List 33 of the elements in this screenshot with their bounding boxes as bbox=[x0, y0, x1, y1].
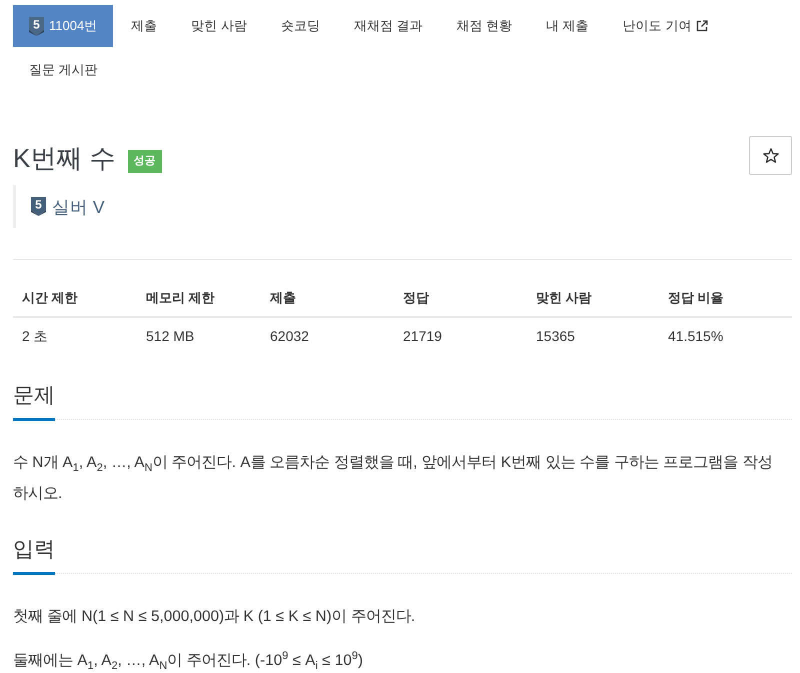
nav-tab[interactable]: 질문 게시판 bbox=[13, 49, 114, 91]
table-cell-text: 21719 bbox=[402, 327, 443, 346]
tier-name: 실버 V bbox=[52, 196, 105, 218]
table-header: 제출 bbox=[261, 279, 394, 318]
table-cell-text: 15365 bbox=[535, 327, 576, 346]
table-cell-text: 512 MB bbox=[145, 327, 196, 346]
table-cell-text: 41.515% bbox=[667, 327, 724, 346]
section-paragraph: 첫째 줄에 N(1 ≤ N ≤ 5,000,000)과 K (1 ≤ K ≤ N)이 주어진다. bbox=[13, 607, 416, 627]
table-cell-text: 2 초 bbox=[21, 327, 49, 346]
table-header: 시간 제한 bbox=[13, 279, 137, 318]
table-header: 정답 bbox=[394, 279, 527, 318]
nav-tab[interactable]: 내 제출 bbox=[530, 5, 605, 47]
tier-badge-icon: 5 bbox=[29, 16, 44, 36]
nav-tab[interactable]: 숏코딩 bbox=[264, 5, 336, 47]
nav-tab[interactable]: 난이도 기여 bbox=[606, 5, 724, 47]
tier-badge-icon: 5 bbox=[31, 197, 46, 216]
nav-tab[interactable]: 5 11004번 bbox=[13, 5, 114, 47]
nav-tab[interactable]: 채점 현황 bbox=[440, 5, 528, 47]
table-header: 맞힌 사람 bbox=[527, 279, 659, 318]
section-title: 문제 bbox=[13, 380, 55, 421]
section-title: 입력 bbox=[13, 534, 55, 575]
table-cell-text: 62032 bbox=[269, 327, 310, 346]
favorite-button[interactable] bbox=[749, 136, 792, 175]
nav-tab[interactable]: 맞힌 사람 bbox=[175, 5, 263, 47]
external-link-icon bbox=[696, 20, 708, 32]
table-header: 정답 비율 bbox=[659, 279, 792, 318]
table-header: 메모리 제한 bbox=[137, 279, 261, 318]
nav-tab[interactable]: 제출 bbox=[115, 5, 174, 47]
result-badge: 성공 bbox=[128, 150, 162, 173]
problem-title: K번째 수 bbox=[13, 142, 116, 175]
section-paragraph: 둘째에는 A$_{1}$, A$_{2}$, …, A$_{N}$이 주어진다. (-10$^{9}$ ≤ A$_{i}$ ≤ 10$^{9}$) bbox=[13, 648, 364, 673]
nav-tab[interactable]: 재채점 결과 bbox=[338, 5, 438, 47]
section-paragraph: 수 N개 A$_{1}$, A$_{2}$, …, A$_{N}$이 주어진다. A를 오름차순 정렬했을 때, 앞에서부터 K번째 있는 수를 구하는 프로그램을 작성하시오. bbox=[13, 453, 774, 504]
